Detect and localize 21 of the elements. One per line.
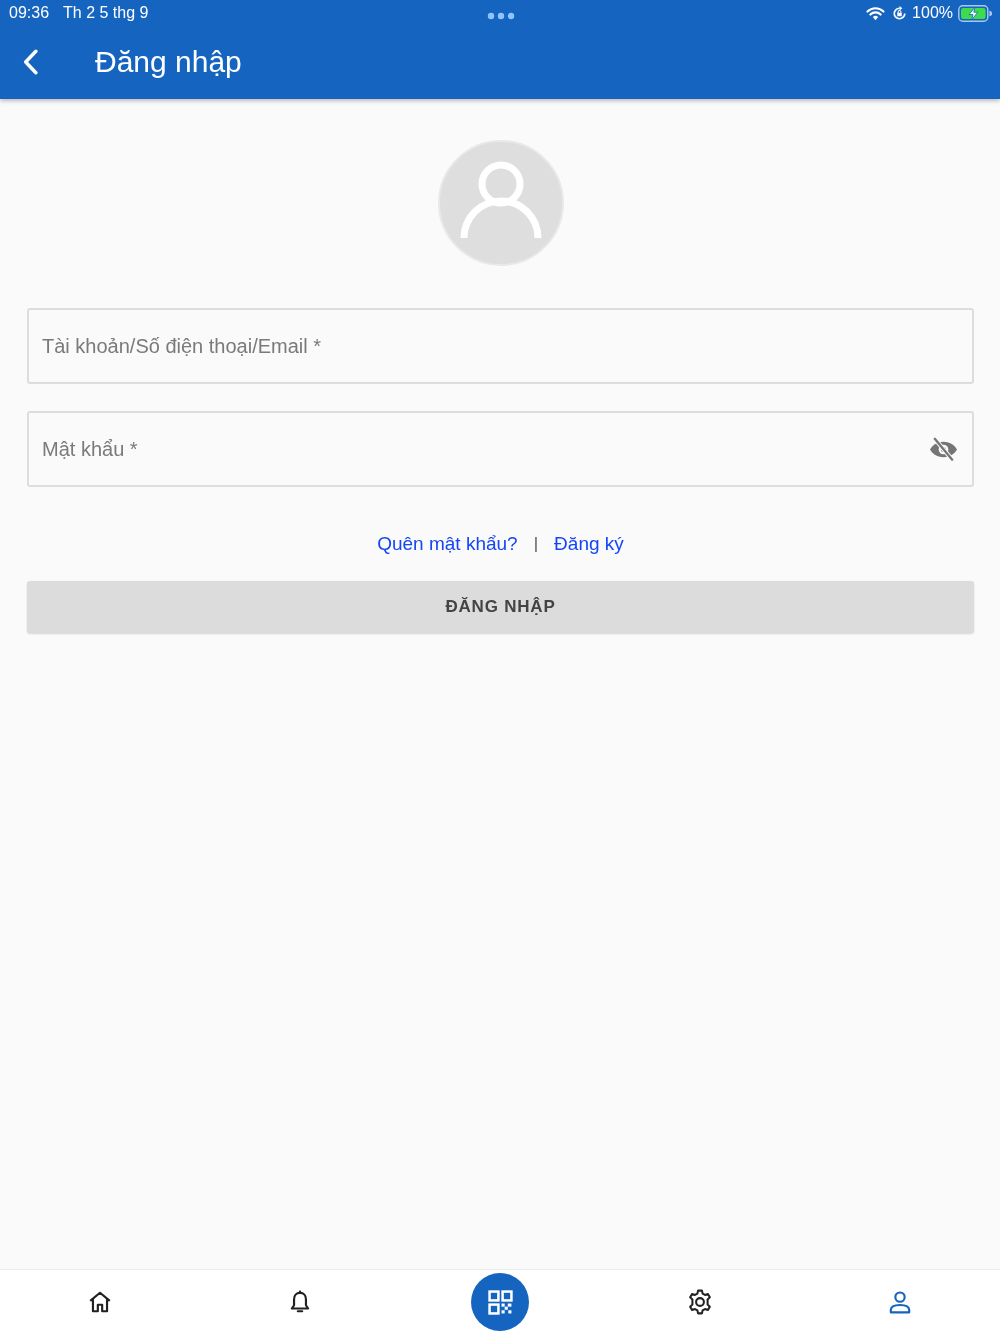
password-field[interactable]: Mật khẩu * xyxy=(27,411,974,487)
scan-tab[interactable] xyxy=(471,1273,529,1331)
status-date: Th 2 5 thg 9 xyxy=(63,4,149,22)
gear-icon xyxy=(687,1289,713,1315)
forgot-password-link[interactable]: Quên mật khẩu? xyxy=(377,533,518,555)
register-link[interactable]: Đăng ký xyxy=(554,533,624,555)
battery-percent: 100% xyxy=(912,4,953,22)
orientation-lock-icon xyxy=(892,5,908,21)
back-chevron-icon xyxy=(22,48,38,75)
home-icon xyxy=(87,1289,113,1315)
eye-off-icon[interactable] xyxy=(929,437,958,461)
avatar-icon xyxy=(437,140,564,266)
more-dots-icon xyxy=(486,11,515,20)
person-icon xyxy=(887,1289,913,1315)
status-time: 09:36 xyxy=(9,4,50,22)
wifi-icon xyxy=(866,5,886,21)
link-separator: | xyxy=(533,534,539,554)
page-title: Đăng nhập xyxy=(95,44,242,79)
battery-charging-icon xyxy=(958,4,992,22)
qr-code-icon xyxy=(487,1289,513,1315)
username-field[interactable]: Tài khoản/Số điện thoại/Email * xyxy=(27,308,974,384)
